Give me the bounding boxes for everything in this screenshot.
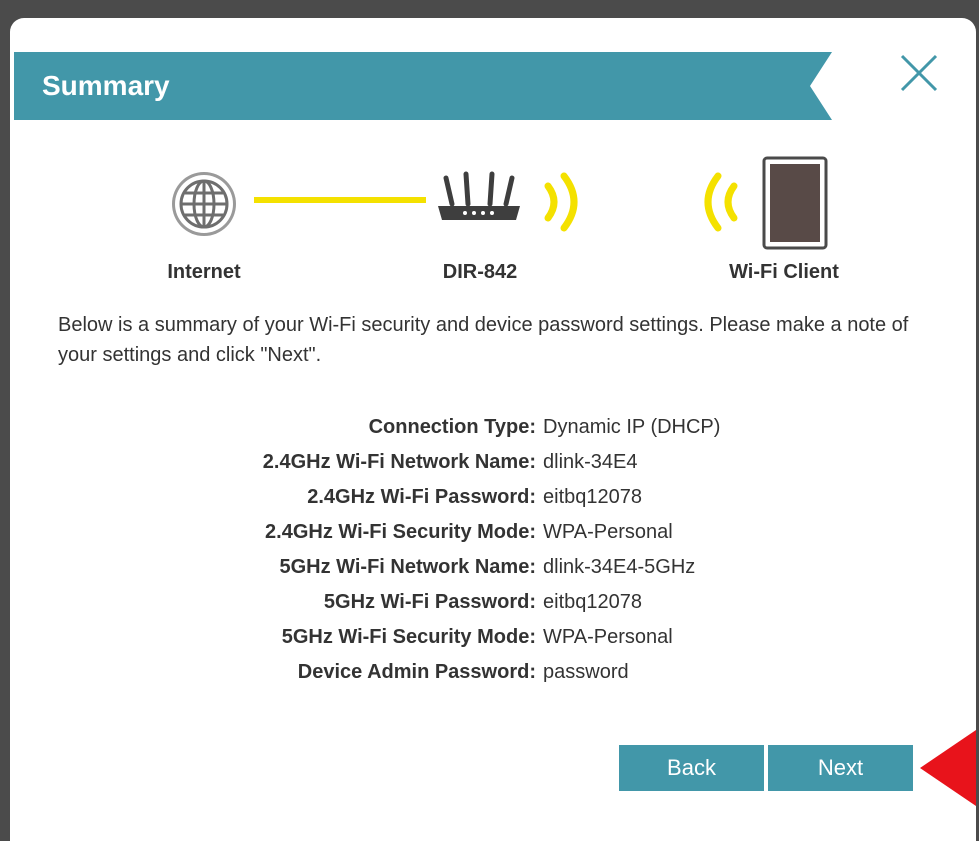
client-wifi-signal-icon [704, 172, 738, 232]
router-label: DIR-842 [442, 261, 518, 283]
wifi24-password-key: 2.4GHz Wi-Fi Password: [307, 486, 536, 508]
close-x-icon [900, 54, 938, 92]
admin-password-value: password [543, 661, 629, 683]
next-button[interactable]: Next [768, 745, 913, 791]
page-title: Summary [42, 70, 170, 101]
connection-type-key: Connection Type: [368, 416, 536, 438]
wifi24-network-name-row: 2.4GHz Wi-Fi Network Name: dlink-34E4 [10, 447, 976, 477]
wifi5-password-key: 5GHz Wi-Fi Password: [323, 591, 536, 613]
setup-wizard-dialog: Summary Internet DIR-842 Wi-Fi Client Be… [10, 18, 976, 841]
internet-router-link-line [254, 197, 426, 203]
wifi24-password-value: eitbq12078 [543, 486, 642, 508]
wifi24-security-mode-row: 2.4GHz Wi-Fi Security Mode: WPA-Personal [10, 517, 976, 547]
router-icon [438, 171, 520, 220]
wifi5-password-row: 5GHz Wi-Fi Password: eitbq12078 [10, 587, 976, 617]
wifi24-network-name-key: 2.4GHz Wi-Fi Network Name: [262, 451, 536, 473]
back-button[interactable]: Back [619, 745, 764, 791]
internet-label: Internet [167, 261, 241, 283]
wifi5-password-value: eitbq12078 [543, 591, 642, 613]
wifi24-security-mode-key: 2.4GHz Wi-Fi Security Mode: [265, 521, 536, 543]
summary-intro-text: Below is a summary of your Wi-Fi securit… [58, 314, 909, 366]
globe-icon [172, 172, 236, 236]
summary-header-banner: Summary [14, 52, 832, 120]
annotation-arrow-icon [920, 730, 976, 806]
wifi5-security-mode-value: WPA-Personal [543, 626, 673, 648]
router-wifi-signal-icon [544, 172, 578, 232]
wifi24-network-name-value: dlink-34E4 [543, 451, 638, 473]
wifi-client-label: Wi-Fi Client [729, 261, 839, 283]
wifi5-network-name-key: 5GHz Wi-Fi Network Name: [279, 556, 536, 578]
wifi5-security-mode-row: 5GHz Wi-Fi Security Mode: WPA-Personal [10, 622, 976, 652]
wifi24-password-row: 2.4GHz Wi-Fi Password: eitbq12078 [10, 482, 976, 512]
connection-type-value: Dynamic IP (DHCP) [543, 416, 721, 438]
connection-type-row: Connection Type: Dynamic IP (DHCP) [10, 412, 976, 442]
close-button[interactable] [896, 50, 942, 96]
wifi5-security-mode-key: 5GHz Wi-Fi Security Mode: [281, 626, 536, 648]
wifi5-network-name-row: 5GHz Wi-Fi Network Name: dlink-34E4-5GHz [10, 552, 976, 582]
tablet-client-icon [762, 156, 828, 250]
admin-password-row: Device Admin Password: password [10, 657, 976, 687]
wifi24-security-mode-value: WPA-Personal [543, 521, 673, 543]
wifi5-network-name-value: dlink-34E4-5GHz [543, 556, 696, 578]
admin-password-key: Device Admin Password: [297, 661, 536, 683]
